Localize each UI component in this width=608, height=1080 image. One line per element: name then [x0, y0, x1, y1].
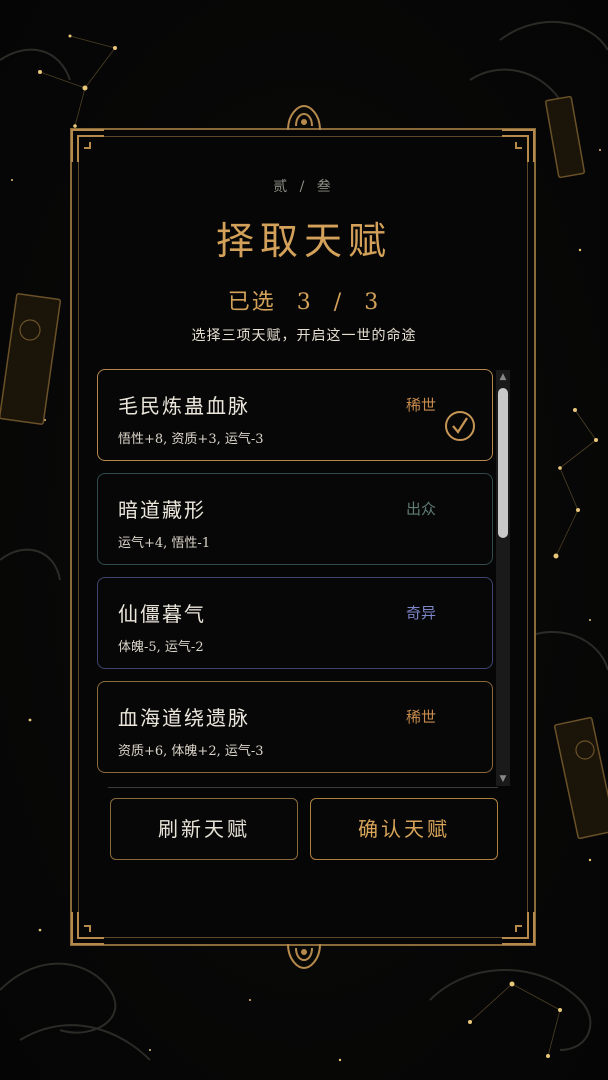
- talent-name: 毛民炼蛊血脉: [118, 394, 250, 418]
- talent-card[interactable]: 仙僵暮气 奇异 体魄-5, 运气-2: [97, 577, 493, 669]
- page-title: 择取天赋: [215, 219, 392, 263]
- corner-ornament-icon: [71, 129, 104, 162]
- talent-stats: 悟性+8, 资质+3, 运气-3: [118, 432, 264, 447]
- talent-rarity: 稀世: [405, 396, 436, 414]
- corner-ornament-icon: [502, 912, 535, 945]
- talent-card[interactable]: 血海道绕遗脉 稀世 资质+6, 体魄+2, 运气-3: [97, 681, 493, 773]
- divider: [108, 787, 498, 788]
- list-scrollbar[interactable]: ▲ ▼: [496, 370, 510, 786]
- talent-rarity: 出众: [405, 500, 436, 518]
- talent-card[interactable]: 毛民炼蛊血脉 稀世 悟性+8, 资质+3, 运气-3: [97, 369, 493, 461]
- chapter-indicator: 贰 / 叁: [273, 179, 335, 195]
- corner-ornament-icon: [502, 129, 535, 162]
- selected-separator: /: [333, 290, 344, 315]
- scroll-ornament-icon: [287, 104, 321, 131]
- triangle-down-icon[interactable]: ▼: [496, 772, 510, 786]
- talent-stats: 运气+4, 悟性-1: [118, 536, 211, 551]
- talent-card[interactable]: 暗道藏形 出众 运气+4, 悟性-1: [97, 473, 493, 565]
- scrollbar-thumb[interactable]: [498, 388, 508, 538]
- scroll-ornament-icon: [287, 943, 321, 970]
- talent-stats: 体魄-5, 运气-2: [118, 640, 204, 655]
- selected-total: 3: [364, 290, 381, 315]
- selection-counter: 已选 3 / 3: [0, 284, 608, 316]
- triangle-up-icon[interactable]: ▲: [496, 370, 510, 384]
- talent-name: 暗道藏形: [118, 498, 206, 522]
- confirm-talents-button[interactable]: 确认天赋: [310, 798, 498, 860]
- talent-list[interactable]: 毛民炼蛊血脉 稀世 悟性+8, 资质+3, 运气-3 暗道藏形 出众 运气+4,…: [96, 368, 496, 786]
- refresh-talents-button[interactable]: 刷新天赋: [110, 798, 298, 860]
- talent-rarity: 奇异: [405, 604, 436, 622]
- talent-name: 仙僵暮气: [118, 602, 206, 626]
- talent-rarity: 稀世: [405, 708, 436, 726]
- corner-ornament-icon: [71, 912, 104, 945]
- selected-count: 3: [296, 290, 313, 315]
- talent-name: 血海道绕遗脉: [118, 706, 250, 730]
- selected-label: 已选: [227, 290, 276, 315]
- checkmark-circle-icon: [445, 411, 475, 441]
- instruction-text: 选择三项天赋，开启这一世的命途: [191, 328, 417, 344]
- talent-stats: 资质+6, 体魄+2, 运气-3: [118, 744, 264, 759]
